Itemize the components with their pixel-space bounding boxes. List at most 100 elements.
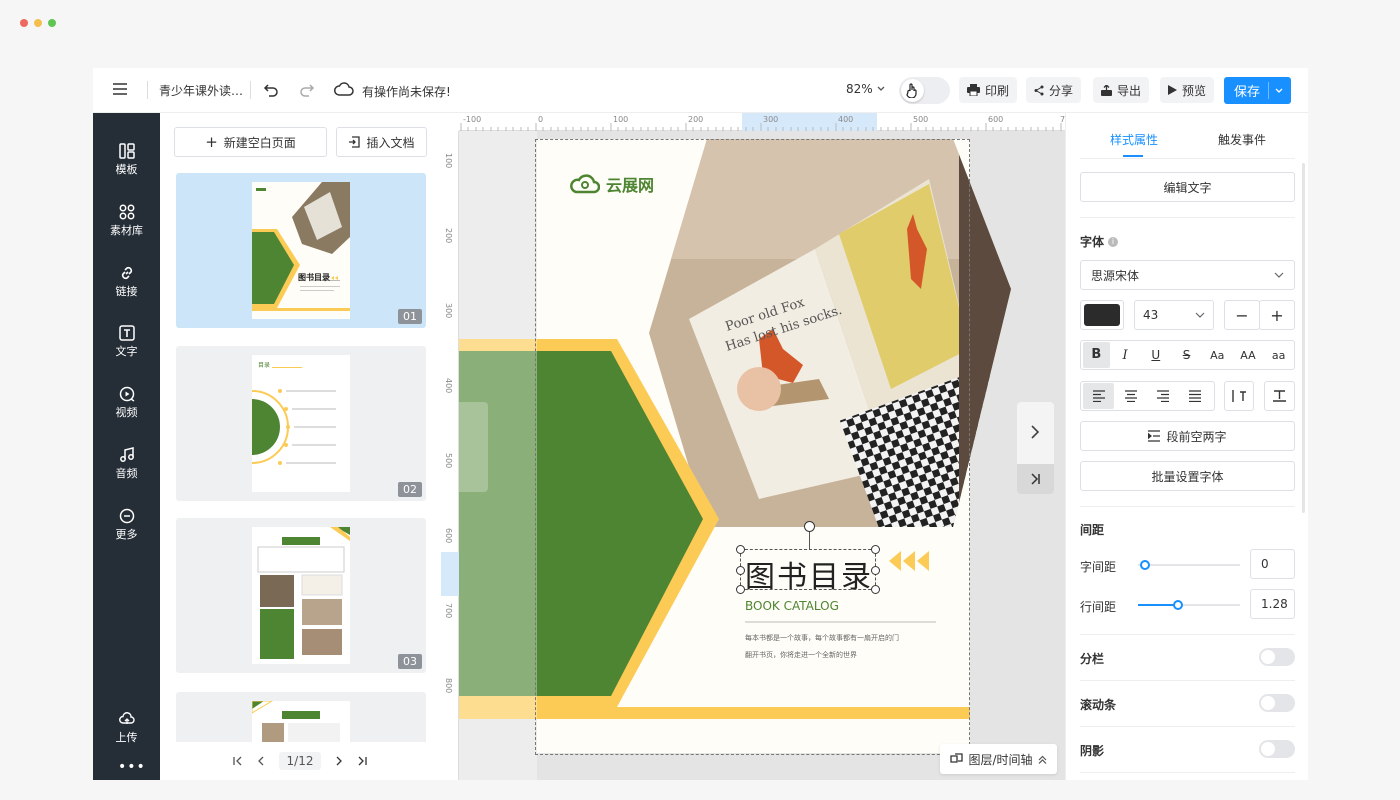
unsaved-status: 有操作尚未保存! [362, 85, 451, 99]
export-button[interactable]: 导出 [1093, 77, 1150, 103]
share-button[interactable]: 分享 [1026, 77, 1082, 103]
align-left-button[interactable] [1083, 383, 1114, 409]
prev-page-arrow[interactable] [459, 402, 488, 492]
shadow-toggle[interactable] [1259, 740, 1295, 758]
edit-text-button[interactable]: 编辑文字 [1080, 172, 1295, 202]
preview-button[interactable]: 预览 [1160, 77, 1215, 103]
page-thumbnail-3[interactable]: 03 [176, 518, 426, 673]
batch-font-button[interactable]: 批量设置字体 [1080, 461, 1295, 491]
chevron-down-icon[interactable] [1275, 88, 1283, 94]
ruler-label: 400 [838, 115, 854, 124]
horizontal-ruler: -100 0 100 200 300 400 500 600 7 [459, 113, 1065, 131]
redo-icon[interactable] [299, 82, 315, 98]
chevron-down-icon [1195, 312, 1205, 318]
underline-button[interactable]: U [1140, 348, 1171, 362]
next-page-icon[interactable] [335, 756, 343, 766]
nav-item-materials[interactable]: 素材库 [93, 204, 160, 238]
save-button[interactable]: 保存 [1224, 77, 1291, 104]
line-spacing-input[interactable]: 1.28 [1250, 589, 1295, 619]
letter-spacing-input[interactable]: 0 [1250, 549, 1295, 579]
minimize-dot[interactable] [34, 19, 42, 27]
font-color-picker[interactable] [1080, 300, 1124, 330]
thumbnail-preview [252, 527, 350, 664]
more-dots-icon[interactable]: ••• [118, 760, 146, 774]
columns-toggle[interactable] [1259, 648, 1295, 666]
prev-page-icon[interactable] [257, 756, 265, 766]
export-icon [1101, 84, 1112, 96]
document-title[interactable]: 青少年课外读… [159, 82, 243, 99]
resize-handle[interactable] [736, 566, 745, 575]
info-icon[interactable]: i [1108, 236, 1119, 247]
new-page-label: 新建空白页面 [223, 135, 296, 150]
text-baseline-button[interactable] [1264, 381, 1295, 411]
shadow-label: 阴影 [1080, 744, 1105, 758]
first-page-icon[interactable] [232, 756, 243, 766]
font-size-decrease-button[interactable]: − [1224, 300, 1260, 330]
font-size-value: 43 [1143, 308, 1159, 322]
spacing-heading: 间距 [1080, 523, 1105, 537]
new-page-button[interactable]: + 新建空白页面 [174, 127, 327, 157]
resize-handle[interactable] [871, 545, 880, 554]
text-icon [118, 325, 135, 341]
tab-events[interactable]: 触发事件 [1218, 131, 1266, 148]
panel-scrollbar[interactable] [1302, 163, 1305, 513]
nav-item-templates[interactable]: 模板 [93, 143, 160, 177]
plus-icon: + [205, 133, 218, 151]
align-justify-icon[interactable] [1189, 390, 1201, 402]
nav-item-upload[interactable]: 上传 [93, 711, 160, 745]
page-indicator[interactable]: 1/12 [278, 752, 322, 770]
line-spacing-value: 1.28 [1261, 597, 1288, 611]
font-size-select[interactable]: 43 [1134, 300, 1214, 330]
resize-handle[interactable] [736, 545, 745, 554]
print-button[interactable]: 印刷 [959, 77, 1018, 103]
text-selection-box[interactable] [736, 521, 880, 594]
next-page-arrow[interactable] [1017, 402, 1054, 494]
capitalize-button[interactable]: Aa [1202, 349, 1233, 362]
maximize-dot[interactable] [48, 19, 56, 27]
last-page-icon[interactable] [357, 756, 368, 766]
close-dot[interactable] [20, 19, 28, 27]
editing-canvas[interactable]: -100 0 100 200 300 400 500 600 7 Poor ol… [459, 113, 1065, 780]
tab-style[interactable]: 样式属性 [1110, 131, 1158, 148]
menu-icon[interactable] [113, 83, 127, 95]
font-family-select[interactable]: 思源宋体 [1080, 260, 1295, 290]
italic-button[interactable]: I [1110, 348, 1141, 363]
rotate-handle[interactable] [804, 521, 815, 532]
undo-icon[interactable] [263, 82, 279, 98]
thumbnail-graphic [252, 367, 336, 465]
uppercase-button[interactable]: AA [1233, 349, 1264, 362]
layers-timeline-button[interactable]: 图层/时间轴 [940, 744, 1057, 774]
font-section: 字体 i [1080, 233, 1119, 250]
share-label: 分享 [1049, 83, 1074, 98]
letter-spacing-value: 0 [1261, 557, 1269, 571]
nav-item-link[interactable]: 链接 [93, 265, 160, 299]
thumbnail-preview: 目录 [252, 355, 350, 492]
indent-button[interactable]: 段前空两字 [1080, 421, 1295, 451]
letter-spacing-slider[interactable] [1138, 560, 1240, 570]
nav-item-more[interactable]: 更多 [93, 508, 160, 542]
strikethrough-button[interactable]: S [1171, 348, 1202, 362]
zoom-select[interactable]: 82% [846, 82, 885, 96]
nav-item-audio[interactable]: 音频 [93, 447, 160, 481]
hand-tool-toggle[interactable] [899, 77, 950, 104]
bold-button[interactable]: B [1083, 342, 1110, 368]
resize-handle[interactable] [736, 585, 745, 594]
vertical-text-button[interactable] [1224, 381, 1254, 411]
page-thumbnail-1[interactable]: 图书目录 01 [176, 173, 426, 328]
line-spacing-slider[interactable] [1138, 600, 1240, 610]
lowercase-button[interactable]: aa [1263, 349, 1294, 362]
align-right-icon[interactable] [1157, 390, 1169, 402]
save-label: 保存 [1234, 85, 1261, 100]
resize-handle[interactable] [871, 585, 880, 594]
ruler-label: 800 [444, 678, 453, 694]
font-size-increase-button[interactable]: + [1259, 300, 1295, 330]
align-center-icon[interactable] [1125, 390, 1137, 402]
nav-item-text[interactable]: 文字 [93, 325, 160, 359]
insert-document-button[interactable]: 插入文档 [336, 127, 427, 157]
resize-handle[interactable] [871, 566, 880, 575]
page-thumbnail-2[interactable]: 目录 02 [176, 346, 426, 501]
ruler-label: 400 [444, 378, 453, 394]
scrollbar-toggle[interactable] [1259, 694, 1295, 712]
nav-item-video[interactable]: 视频 [93, 386, 160, 420]
page-thumbnail-4[interactable] [176, 692, 426, 744]
